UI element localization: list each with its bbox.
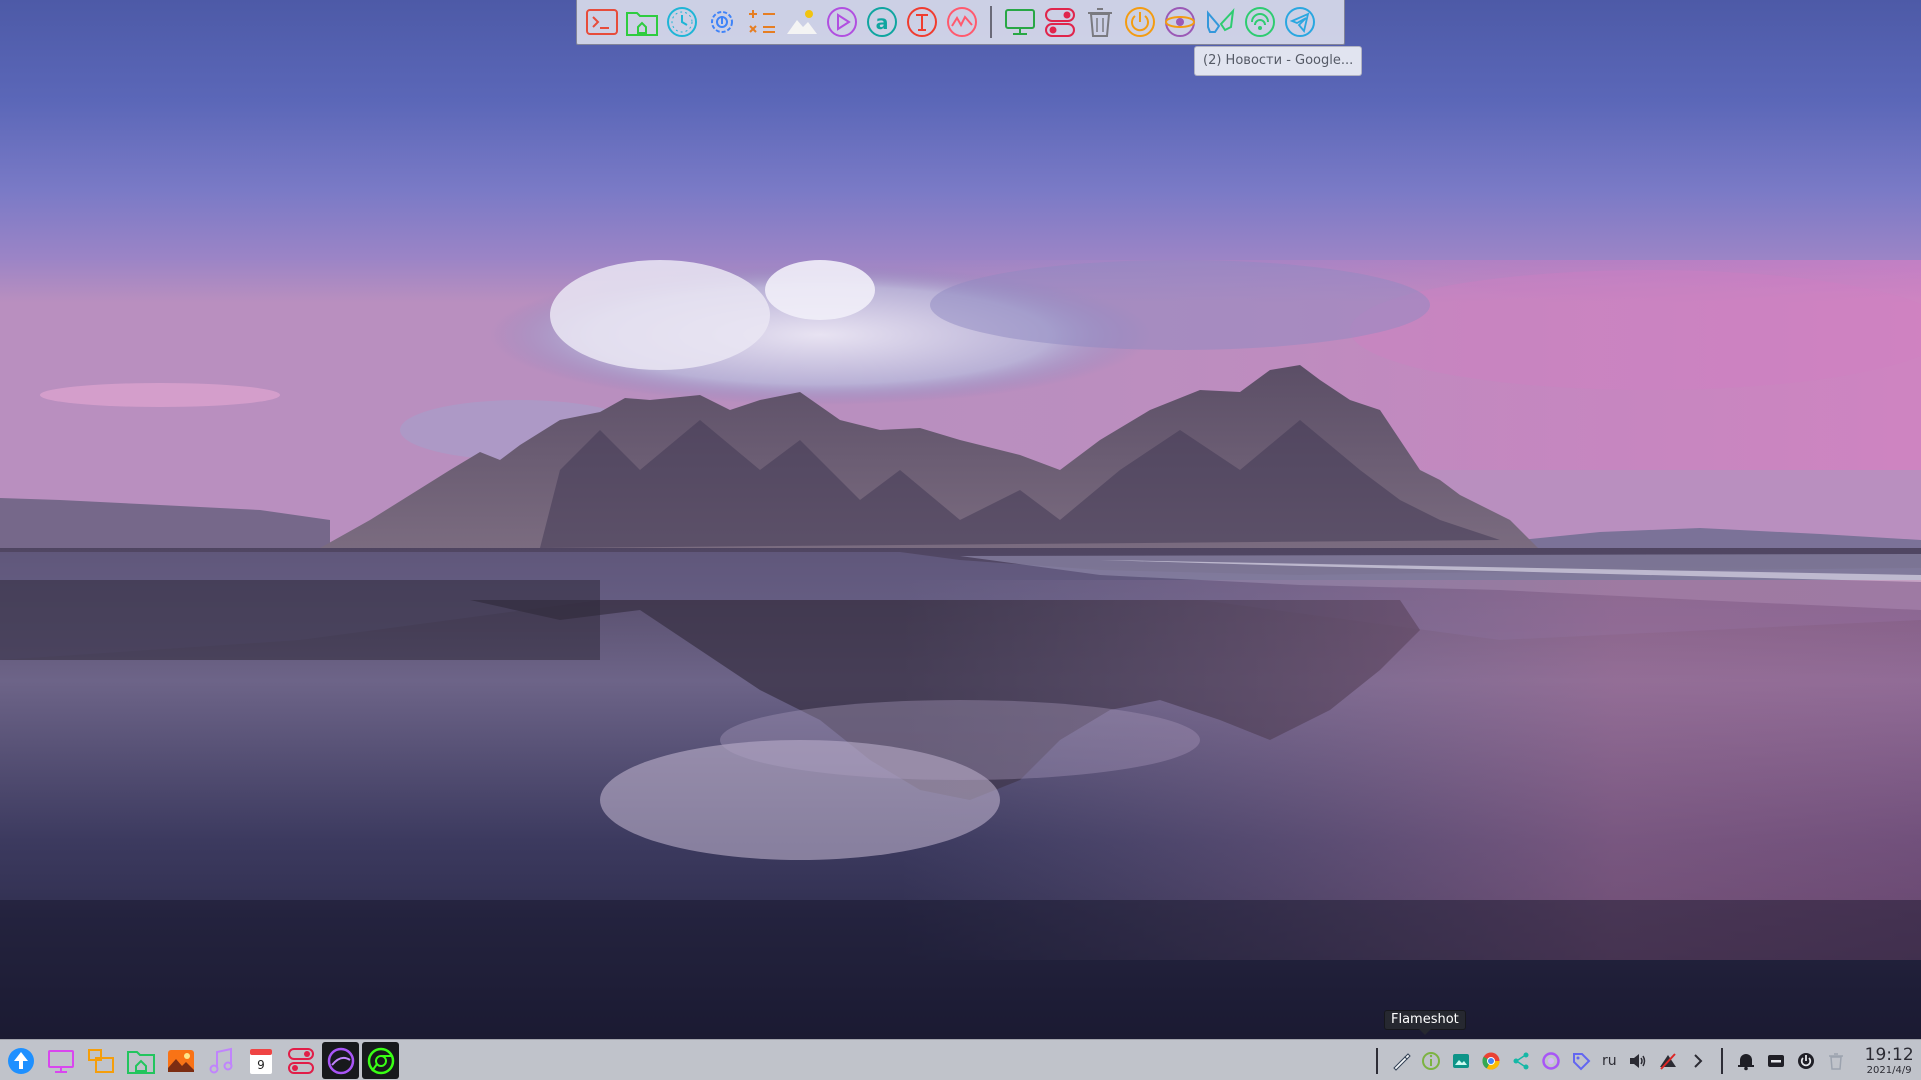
- toggle-icon[interactable]: [1043, 5, 1077, 39]
- screen-icon[interactable]: [1450, 1050, 1472, 1072]
- calendar-icon[interactable]: 9: [242, 1042, 279, 1079]
- system-monitor-icon[interactable]: [945, 5, 979, 39]
- dock-separator: [990, 6, 992, 38]
- remote-desktop-icon[interactable]: [1003, 5, 1037, 39]
- photos-icon[interactable]: [162, 1042, 199, 1079]
- top-dock: a: [576, 0, 1345, 45]
- ring-icon[interactable]: [1540, 1050, 1562, 1072]
- home-folder-icon[interactable]: [122, 1042, 159, 1079]
- volume-icon[interactable]: [1627, 1050, 1649, 1072]
- toggle-app-icon[interactable]: [282, 1042, 319, 1079]
- share-icon[interactable]: [1510, 1050, 1532, 1072]
- music-icon[interactable]: [202, 1042, 239, 1079]
- tray-separator-2: [1720, 1047, 1723, 1074]
- power-icon[interactable]: [1123, 5, 1157, 39]
- clock[interactable]: 19:12 2021/4/9: [1864, 1044, 1914, 1076]
- bell-icon[interactable]: [1735, 1050, 1757, 1072]
- power-icon[interactable]: [1795, 1050, 1817, 1072]
- telegram-icon[interactable]: [1283, 5, 1317, 39]
- tools-icon[interactable]: [1203, 5, 1237, 39]
- bottom-panel: 9 ru 19:12 2021/4/9: [0, 1039, 1921, 1080]
- tray-separator: [1376, 1047, 1378, 1074]
- calendar-day: 9: [257, 1058, 265, 1072]
- app-menu-icon[interactable]: [2, 1042, 39, 1079]
- clock-icon[interactable]: [665, 5, 699, 39]
- chevron-right-icon[interactable]: [1687, 1050, 1709, 1072]
- keyboard-icon[interactable]: [1765, 1050, 1787, 1072]
- chrome-icon[interactable]: [1480, 1050, 1502, 1072]
- chrome-app-icon[interactable]: [362, 1042, 399, 1079]
- network-disabled-icon[interactable]: [1657, 1050, 1679, 1072]
- svg-text:a: a: [876, 12, 889, 34]
- settings-icon[interactable]: [705, 5, 739, 39]
- file-manager-icon[interactable]: [625, 5, 659, 39]
- media-player-icon[interactable]: [825, 5, 859, 39]
- flameshot-tooltip: Flameshot: [1384, 1010, 1466, 1035]
- image-viewer-icon[interactable]: [785, 5, 819, 39]
- browser-app-icon[interactable]: [322, 1042, 359, 1079]
- calculator-icon[interactable]: [745, 5, 779, 39]
- workspaces-icon[interactable]: [42, 1042, 79, 1079]
- info-icon[interactable]: [1420, 1050, 1442, 1072]
- browser-icon[interactable]: [1163, 5, 1197, 39]
- keyboard-layout[interactable]: ru: [1602, 1053, 1617, 1069]
- clock-time: 19:12: [1864, 1044, 1914, 1065]
- terminal-icon[interactable]: [585, 5, 619, 39]
- trash-icon[interactable]: [1825, 1050, 1847, 1072]
- flameshot-icon[interactable]: [1390, 1050, 1412, 1072]
- app-store-icon[interactable]: a: [865, 5, 899, 39]
- window-tooltip: (2) Новости - Google...: [1194, 46, 1363, 76]
- launcher: 9: [2, 1042, 402, 1079]
- system-tray: ru 19:12 2021/4/9: [1368, 1040, 1914, 1080]
- trash-icon[interactable]: [1083, 5, 1117, 39]
- window-list-icon[interactable]: [82, 1042, 119, 1079]
- clock-date: 2021/4/9: [1866, 1064, 1912, 1076]
- tag-icon[interactable]: [1570, 1050, 1592, 1072]
- network-icon[interactable]: [1243, 5, 1277, 39]
- desktop-wallpaper: [0, 0, 1921, 1080]
- text-editor-icon[interactable]: [905, 5, 939, 39]
